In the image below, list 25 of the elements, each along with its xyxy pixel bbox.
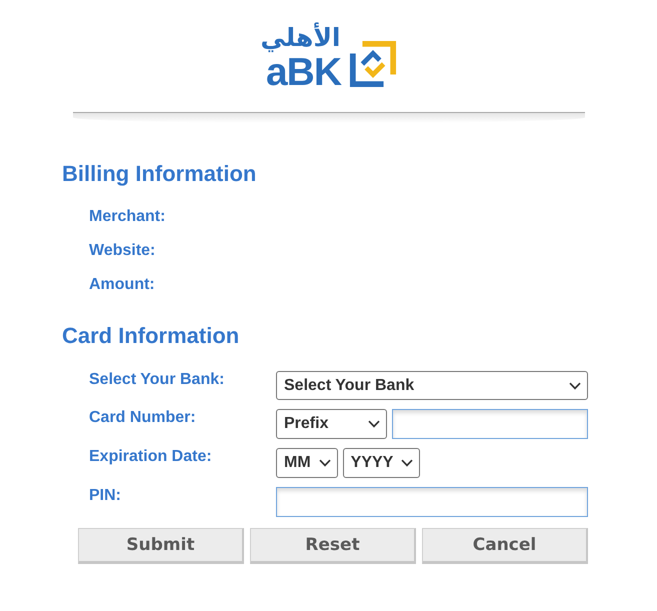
- field-label: Merchant:: [89, 208, 166, 226]
- field-label: Expiration Date:: [89, 448, 212, 465]
- section-heading: Card Information: [62, 323, 240, 349]
- reset-button[interactable]: Reset: [250, 528, 416, 564]
- chevron-down-icon: [368, 420, 380, 428]
- field-label: Select Your Bank:: [89, 371, 224, 388]
- expiry-month-select[interactable]: MM: [276, 448, 338, 478]
- chevron-down-icon: [318, 459, 331, 467]
- logo-arabic-wordmark: الأهلي: [260, 21, 341, 54]
- chevron-down-icon: [401, 459, 414, 467]
- pin-input[interactable]: [276, 487, 588, 517]
- section-heading: Billing Information: [62, 161, 256, 187]
- submit-button[interactable]: Submit: [78, 528, 244, 564]
- field-label: Amount:: [89, 276, 155, 294]
- expiry-year-select[interactable]: YYYY: [342, 448, 420, 478]
- field-label: Website:: [89, 242, 156, 260]
- field-label: Card Number:: [89, 409, 196, 426]
- bank-select[interactable]: Select Your Bank: [276, 371, 588, 400]
- cancel-button[interactable]: Cancel: [422, 528, 588, 564]
- square-emblem-icon: [349, 40, 398, 88]
- field-label: PIN:: [89, 487, 121, 504]
- card-number-input[interactable]: [392, 409, 588, 439]
- card-prefix-select[interactable]: Prefix: [276, 409, 387, 439]
- logo-wordmark: aBK: [266, 56, 342, 90]
- chevron-down-icon: [569, 382, 581, 390]
